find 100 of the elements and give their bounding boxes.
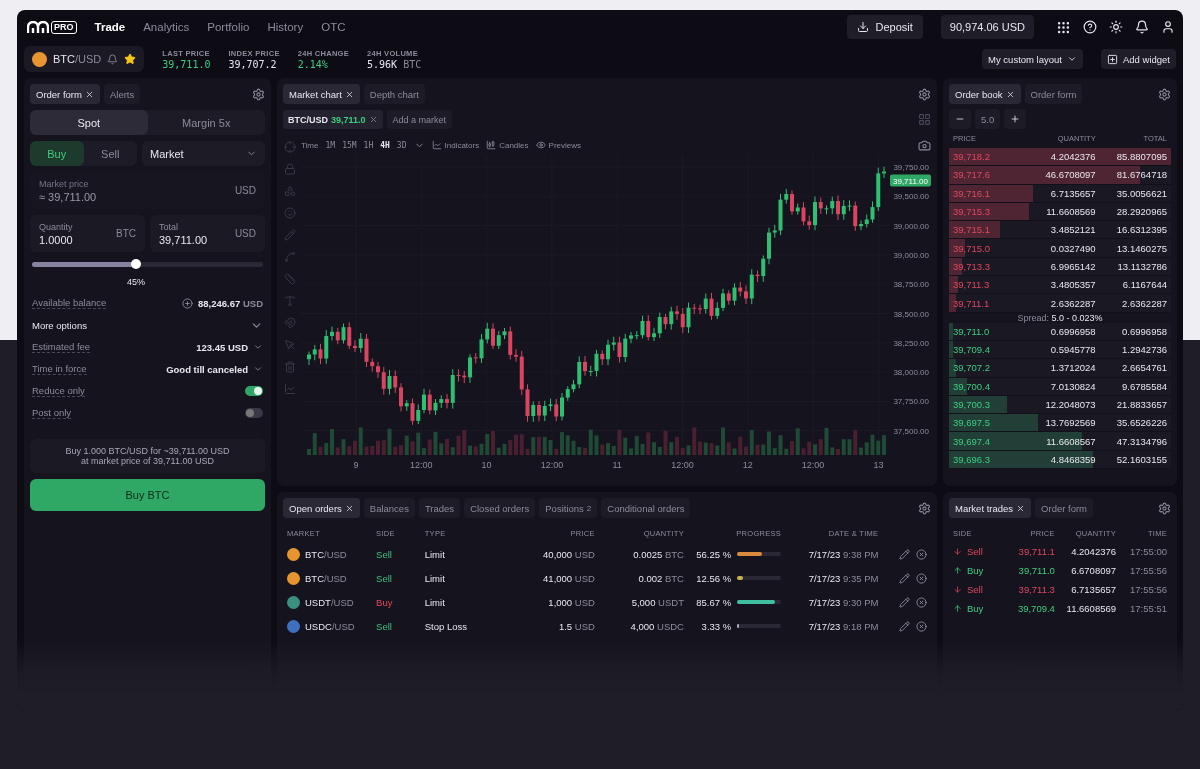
panel-tab[interactable]: Market trades <box>949 498 1032 518</box>
mode-tab[interactable]: Margin 5x <box>147 110 265 135</box>
table-cell-text: 4.2042376 <box>1070 546 1117 557</box>
table-cell-text: 7.0130824 <box>1049 380 1096 392</box>
side-tab[interactable]: Buy <box>30 141 84 166</box>
table-cell-text: 2.6362287 <box>1121 297 1167 309</box>
quantity-field[interactable]: Quantity 1.0000 BTC <box>30 215 145 252</box>
add-widget-button[interactable]: Add widget <box>1101 49 1176 69</box>
table-cell-text: 0.5945778 <box>1049 344 1096 356</box>
panel-tab[interactable]: Order form <box>1024 84 1083 104</box>
panel-tab[interactable]: Closed orders <box>464 498 536 518</box>
slider-reading: 45% <box>126 277 145 287</box>
interval-button[interactable]: 1H <box>363 140 374 150</box>
table-cell-text: 39,709.4 <box>1016 603 1055 614</box>
axis-label: 38,500.00 <box>893 309 929 319</box>
layout-select[interactable]: My custom layout <box>982 49 1083 69</box>
table-cell-text: 7/17/23 9:18 PM <box>807 620 879 632</box>
table-cell-text: 35.6526226 <box>1115 417 1167 429</box>
axis-label: 39,000.00 <box>893 250 929 260</box>
ask-price: 39,711.1 <box>953 297 991 309</box>
panel-tab[interactable]: Trades <box>418 498 461 518</box>
chart-tool-button[interactable]: Indicators <box>431 140 480 150</box>
panel-tab[interactable]: Open orders <box>283 498 360 518</box>
market-name: BTC/USD <box>305 572 347 584</box>
option-label: Estimated fee <box>32 341 91 353</box>
panel-tab[interactable]: Order form <box>1035 498 1093 518</box>
table-cell-text: 0.6996958 <box>1049 325 1096 337</box>
axis-label: 39,500.00 <box>893 192 929 202</box>
table-cell-text: 17:55:56 <box>1129 584 1167 595</box>
nav-link[interactable]: History <box>267 21 304 33</box>
buy-button[interactable]: Buy BTC <box>30 479 265 511</box>
add-market-button[interactable]: Add a market <box>386 110 453 129</box>
table-cell-text: 1.3712024 <box>1049 362 1096 374</box>
interval-button[interactable]: 15M <box>342 140 357 150</box>
market-chip[interactable]: BTC/USD 39,711.0 <box>283 110 383 129</box>
deposit-button[interactable]: Deposit <box>847 15 923 39</box>
step-field[interactable]: 5.0 <box>975 109 1001 129</box>
option-label: Available balance <box>32 297 107 309</box>
market-name: USDT/USD <box>305 596 354 608</box>
table-cell-text: 40,000 USD <box>542 548 595 560</box>
table-cell-text: 9.6785584 <box>1121 380 1167 392</box>
price-tag: 39,711.00 <box>890 174 931 187</box>
chart-tool-button[interactable]: Candles <box>486 140 529 150</box>
ask-price: 39,715.1 <box>953 224 991 236</box>
bid-price: 39,707.2 <box>953 362 991 374</box>
side-tab[interactable]: Sell <box>83 141 137 166</box>
table-cell-text: 16.6312395 <box>1115 224 1167 236</box>
interval-button[interactable]: 4H <box>380 140 390 150</box>
interval-button[interactable]: 3D <box>396 140 407 150</box>
summary-text: Buy 1.000 BTC/USD for ~39,711.00 USD <box>65 446 230 456</box>
panel-tab[interactable]: Positions 2 <box>539 498 598 518</box>
option-label: More options <box>32 319 87 331</box>
table-cell-text: 7/17/23 9:38 PM <box>807 548 879 560</box>
panel-tab[interactable]: Order form <box>30 84 100 104</box>
table-cell-text: 17:55:56 <box>1129 565 1167 576</box>
balance-value: 88,246.67 USD <box>198 297 263 309</box>
pair-selector[interactable]: BTC/USD <box>24 46 145 72</box>
table-cell-text: 39,711.0 <box>1017 565 1055 576</box>
axis-label: 12:00 <box>671 460 694 470</box>
table-cell-text: 4.2042376 <box>1049 151 1096 163</box>
chart-tool-button[interactable]: Previews <box>535 140 581 150</box>
axis-label: 12:00 <box>801 460 825 470</box>
bid-price: 39,696.3 <box>953 453 991 465</box>
panel-tab[interactable]: Market chart <box>283 84 360 104</box>
table-cell-text: 13.1132786 <box>1116 260 1167 272</box>
pair-name: BTC/USD <box>53 53 102 65</box>
market-name: BTC/USD <box>305 548 347 560</box>
nav-link[interactable]: OTC <box>321 21 346 33</box>
table-cell-text: 11.6608569 <box>1045 206 1096 218</box>
nav-link[interactable]: Trade <box>94 21 126 33</box>
option-select[interactable]: Good till canceled <box>166 363 248 375</box>
side-text: Sell <box>376 548 393 560</box>
option-select[interactable]: 123.45 USD <box>196 341 248 353</box>
ask-price: 39,715.0 <box>953 242 991 254</box>
total-field[interactable]: Total 39,711.00 USD <box>150 215 265 252</box>
panel-tab[interactable]: Balances <box>363 498 415 518</box>
axis-label: 12 <box>742 460 753 470</box>
interval-button[interactable]: 1M <box>325 140 336 150</box>
axis-label: 11 <box>612 460 622 470</box>
side-text: Buy <box>967 565 984 576</box>
order-type-select[interactable]: Market <box>142 141 265 166</box>
progress-text: 56.25 % <box>696 548 732 560</box>
table-cell-text: 17:55:51 <box>1129 603 1167 614</box>
bid-price: 39,700.4 <box>953 380 991 392</box>
market-name: USDC/USD <box>305 620 355 632</box>
panel-tab[interactable]: Order book <box>949 84 1021 104</box>
mode-tab[interactable]: Spot <box>30 110 148 135</box>
ask-price: 39,716.1 <box>953 187 991 199</box>
axis-label: 39,750.00 <box>893 163 929 172</box>
table-cell-text: 17:55:00 <box>1129 546 1167 557</box>
panel-tab[interactable]: Conditional orders <box>601 498 691 518</box>
interval-label: Time <box>301 140 319 150</box>
panel-tab[interactable]: Depth chart <box>363 84 425 104</box>
bid-price: 39,700.3 <box>953 399 991 410</box>
nav-link[interactable]: Portfolio <box>207 21 250 33</box>
stat-value: 39,711.0 <box>162 58 211 70</box>
nav-link[interactable]: Analytics <box>143 21 190 33</box>
balance-display: 90,974.06 USD <box>940 15 1034 39</box>
axis-label: 13 <box>873 460 884 470</box>
panel-tab[interactable]: Alerts <box>103 84 141 104</box>
